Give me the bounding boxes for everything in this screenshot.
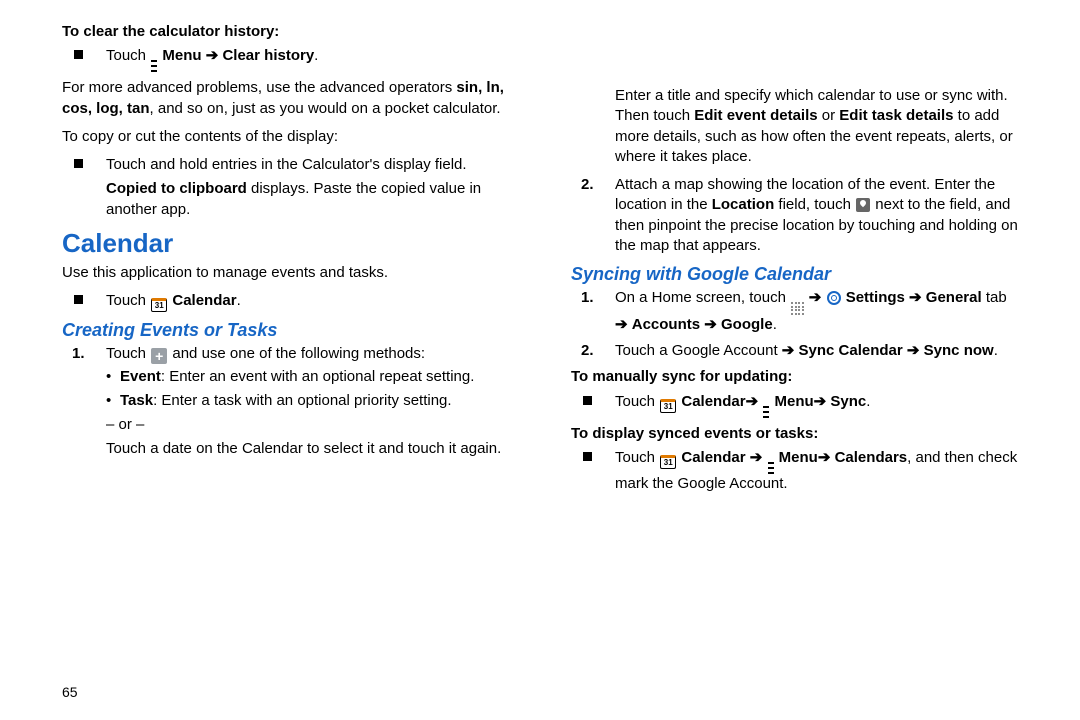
manual-page: To clear the calculator history: Touch M… [0,0,1080,720]
sync-step-1: 1. On a Home screen, touch ➔ Settings ➔ … [571,288,1018,335]
syncing-section: Syncing with Google Calendar 1. On a Hom… [571,262,1018,361]
creating-step-1: 1. Touch + and use one of the following … [62,344,509,459]
touch-calendar-step: Touch 31 Calendar. [62,291,509,312]
menu-icon [768,462,774,474]
menu-icon [763,406,769,418]
attach-map-step: 2. Attach a map showing the location of … [571,175,1018,256]
calendar-heading: Calendar [62,226,509,261]
map-pin-icon [856,198,870,212]
sync-step-2: 2. Touch a Google Account ➔ Sync Calenda… [571,341,1018,361]
copy-cut-section: To copy or cut the contents of the displ… [62,127,509,220]
column-spacer [571,22,1018,84]
clear-calc-heading: To clear the calculator history: [62,22,509,42]
calendar-intro: Use this application to manage events an… [62,263,509,283]
task-bullet: Task: Enter a task with an optional prio… [106,391,509,411]
copy-cut-intro: To copy or cut the contents of the displ… [62,127,509,147]
event-bullet: Event: Enter an event with an optional r… [106,367,509,387]
attach-map-li: 2. Attach a map showing the location of … [571,175,1018,256]
copy-cut-step: Touch and hold entries in the Calculator… [62,155,509,220]
creating-events-section: Creating Events or Tasks 1. Touch + and … [62,318,509,460]
menu-icon [151,60,157,72]
manual-sync-section: To manually sync for updating: Touch 31 … [571,367,1018,417]
display-synced-section: To display synced events or tasks: Touch… [571,424,1018,495]
plus-icon: + [151,348,167,364]
manual-sync-step: Touch 31 Calendar➔ Menu➔ Sync. [571,392,1018,418]
creating-events-heading: Creating Events or Tasks [62,318,509,342]
settings-gear-icon [827,291,841,305]
or-line: – or – [106,415,509,435]
apps-grid-icon [791,302,804,315]
after-or-text: Touch a date on the Calendar to select i… [106,439,509,459]
syncing-heading: Syncing with Google Calendar [571,262,1018,286]
clear-calc-history-section: To clear the calculator history: Touch M… [62,22,509,72]
clear-calc-step: Touch Menu ➔ Clear history. [62,46,509,72]
calendar-heading-block: Calendar Use this application to manage … [62,226,509,312]
page-number: 65 [62,683,78,702]
display-synced-heading: To display synced events or tasks: [571,424,1018,444]
display-synced-step: Touch 31 Calendar ➔ Menu➔ Calendars, and… [571,448,1018,494]
calendar-icon: 31 [151,298,167,312]
calendar-icon: 31 [660,399,676,413]
calendar-icon: 31 [660,455,676,469]
enter-title-paragraph: Enter a title and specify which calendar… [571,86,1018,167]
manual-sync-heading: To manually sync for updating: [571,367,1018,387]
advanced-ops-paragraph: For more advanced problems, use the adva… [62,78,509,119]
